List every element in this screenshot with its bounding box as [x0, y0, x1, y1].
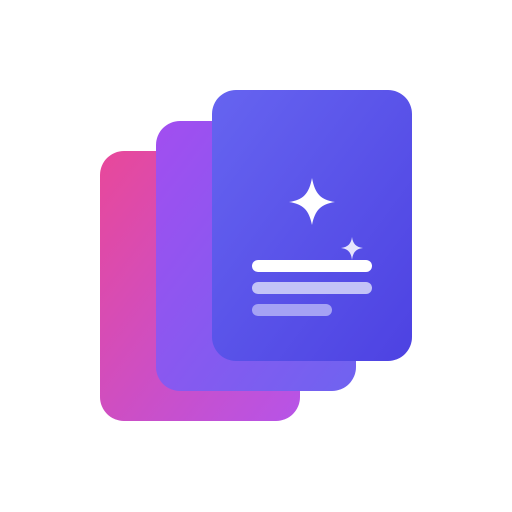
- front-card: [212, 90, 412, 361]
- app-icon: [0, 0, 512, 512]
- text-line-3: [252, 304, 332, 316]
- text-line-1: [252, 260, 372, 272]
- stacked-cards-graphic: [100, 90, 412, 421]
- text-line-2: [252, 282, 372, 294]
